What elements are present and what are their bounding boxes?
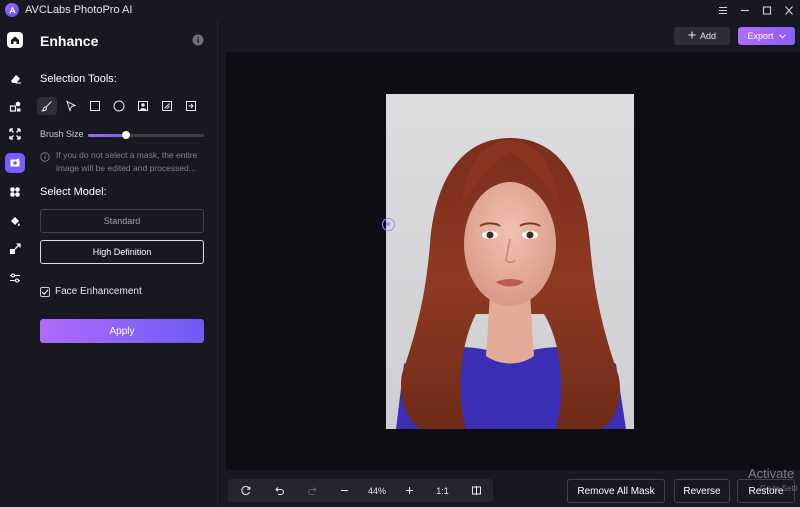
info-circle-icon [40, 149, 50, 175]
enhance-icon[interactable] [5, 153, 25, 173]
title-bar: AVCLabs PhotoPro AI [0, 0, 800, 20]
portrait-photo[interactable] [386, 94, 634, 429]
app-title: AVCLabs PhotoPro AI [25, 4, 133, 16]
maximize-icon[interactable] [756, 0, 778, 20]
app-logo-icon [5, 3, 19, 17]
pointer-tool-icon[interactable] [61, 97, 81, 115]
face-enhancement-row[interactable]: Face Enhancement [40, 286, 142, 297]
auto-select-icon[interactable] [157, 97, 177, 115]
tool-rail [0, 20, 30, 507]
close-icon[interactable] [778, 0, 800, 20]
brush-size-fill [88, 134, 127, 137]
selection-tools [37, 97, 201, 115]
compare-icon[interactable] [460, 479, 493, 502]
rectangle-select-icon[interactable] [85, 97, 105, 115]
minimize-icon[interactable] [734, 0, 756, 20]
header-bar: Add Export [219, 20, 800, 52]
actual-size-button[interactable]: 1:1 [425, 479, 460, 502]
zoom-out-icon[interactable] [328, 479, 361, 502]
mask-hint: If you do not select a mask, the entire … [40, 149, 208, 175]
object-remove-icon[interactable] [5, 96, 25, 116]
zoom-toolbar: 44% 1:1 [228, 479, 493, 502]
apply-button[interactable]: Apply [40, 319, 204, 343]
brush-size-label: Brush Size [40, 129, 84, 139]
plus-icon [688, 31, 696, 41]
portrait-select-icon[interactable] [133, 97, 153, 115]
face-enhancement-checkbox[interactable] [40, 286, 50, 297]
colorize-icon[interactable] [5, 211, 25, 231]
brush-tool-icon[interactable] [37, 97, 57, 115]
remove-all-mask-button[interactable]: Remove All Mask [567, 479, 665, 503]
export-label: Export [747, 31, 774, 41]
reset-icon[interactable] [228, 479, 263, 502]
brush-size-slider[interactable] [88, 131, 204, 139]
activate-watermark: Activate [748, 466, 795, 481]
reverse-button[interactable]: Reverse [674, 479, 730, 503]
zoom-level: 44% [367, 485, 386, 496]
adjust-icon[interactable] [5, 268, 25, 288]
mask-hint-text: If you do not select a mask, the entire … [56, 150, 198, 173]
select-model-label: Select Model: [40, 186, 107, 198]
enhance-panel: Enhance Selection Tools: Brush Size If y… [30, 20, 218, 507]
undo-icon[interactable] [263, 479, 296, 502]
export-button[interactable]: Export [738, 27, 795, 45]
bottom-bar: 44% 1:1 Remove All Mask Reverse Restore [219, 470, 800, 507]
blur-icon[interactable] [5, 182, 25, 202]
import-mask-icon[interactable] [181, 97, 201, 115]
eraser-icon[interactable] [5, 68, 25, 88]
selection-tools-label: Selection Tools: [40, 73, 117, 85]
chevron-down-icon [778, 31, 786, 41]
redo-icon[interactable] [296, 479, 328, 502]
ellipse-select-icon[interactable] [109, 97, 129, 115]
zoom-in-icon[interactable] [393, 479, 425, 502]
menu-icon[interactable] [712, 0, 734, 20]
model-standard-button[interactable]: Standard [40, 209, 204, 233]
home-icon[interactable] [5, 30, 25, 50]
face-enhancement-label: Face Enhancement [55, 286, 142, 297]
info-icon[interactable] [192, 33, 204, 46]
add-button[interactable]: Add [674, 27, 730, 45]
image-canvas[interactable] [226, 52, 800, 470]
expand-icon[interactable] [5, 124, 25, 144]
panel-title: Enhance [40, 33, 99, 49]
brush-size-thumb[interactable] [122, 131, 131, 139]
add-label: Add [699, 31, 716, 41]
brush-cursor [382, 218, 395, 231]
model-high-definition-button[interactable]: High Definition [40, 240, 204, 264]
activate-watermark-sub: Go to Setti [760, 484, 798, 493]
upscale-icon[interactable] [5, 239, 25, 259]
